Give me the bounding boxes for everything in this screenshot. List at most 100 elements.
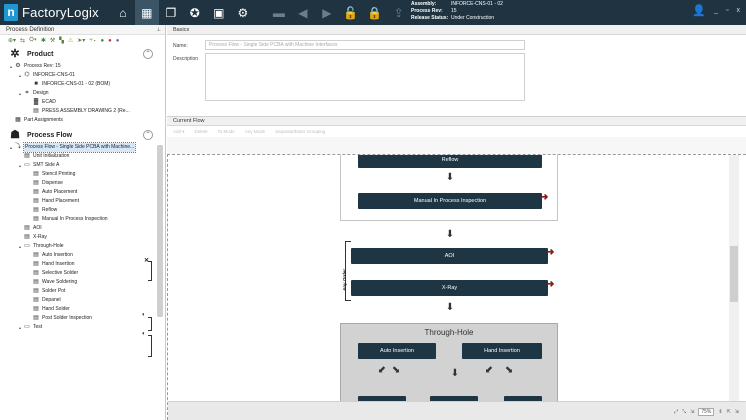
tree-item[interactable]: ▤ AOI — [0, 224, 165, 233]
forward-icon[interactable]: ▶ — [315, 0, 339, 25]
tree-item[interactable]: ▤ Unit Initialization — [0, 152, 165, 161]
compass-icon[interactable]: ✪ — [183, 0, 207, 25]
manual-inspection-step[interactable]: Manual In Process Inspection — [358, 193, 542, 209]
tree-item[interactable]: ▤ Solder Pot — [0, 287, 165, 296]
tree-item[interactable]: ▓ ECAD — [0, 98, 165, 107]
step-icon[interactable]: ▚ — [59, 37, 64, 44]
tree-item[interactable]: ▤ Hand Placement — [0, 197, 165, 206]
app-window: n FactoryLogix ⌂ ▦ ❐ ✪ ▣ ⚙ ▬ ◀ ▶ 🔓 🔒 ⇪ A… — [0, 0, 746, 420]
tree-item[interactable]: ▤ Reflow — [0, 206, 165, 215]
name-field[interactable]: Process Flow - Single Side PCBA with Mac… — [205, 40, 525, 50]
tree-item[interactable]: ▴ ▭ SMT Side A — [0, 161, 165, 170]
fit-width-icon[interactable]: ⤢ — [674, 409, 678, 415]
down-arrow-2: ⬇ — [445, 229, 455, 240]
panel-header: Process Definition ⊥ — [0, 25, 165, 35]
fit-all-icon[interactable]: ⇲ — [690, 409, 694, 415]
aoi-step[interactable]: AOI — [351, 248, 548, 264]
reflow-step[interactable]: Reflow — [358, 155, 542, 168]
tree-item[interactable]: ▤ Hand Solder — [0, 305, 165, 314]
tree-item[interactable]: ▤ Post Solder Inspection — [0, 314, 165, 323]
star-icon[interactable]: ✱ — [41, 37, 46, 44]
to-mode-button[interactable]: To Mode — [218, 129, 235, 134]
minimize-button[interactable]: _ — [714, 7, 718, 14]
tree-item[interactable]: ▴ ⌗ Design — [0, 89, 165, 98]
xray-step[interactable]: X-Ray — [351, 280, 548, 296]
tree-item[interactable]: ▤ X-Ray — [0, 233, 165, 242]
tree-item[interactable]: ▤ Wave Soldering — [0, 278, 165, 287]
release-icon[interactable]: ⇪ — [387, 0, 411, 25]
tool-icon[interactable]: ⚒ — [50, 37, 55, 44]
restore-button[interactable]: ▫ — [726, 7, 728, 14]
warning-icon[interactable]: ⚠ — [68, 37, 73, 44]
process-rev-value: 15 — [451, 8, 457, 14]
process-flow-section-header[interactable]: ☗ Process Flow ⌃ — [0, 127, 165, 143]
tree-item[interactable]: ▤ Selective Solder — [0, 269, 165, 278]
user-icon[interactable]: 👤 — [692, 4, 706, 17]
tree-item[interactable]: ▴ ▭ Test — [0, 323, 165, 332]
tree-node-icon: ▤ — [24, 225, 30, 231]
zoom-input[interactable]: 75% — [698, 407, 715, 416]
tree-item[interactable]: ▤ Depanel — [0, 296, 165, 305]
add-step-button[interactable]: Add ▾ — [173, 129, 185, 135]
grouping-button[interactable]: Separate/Enter Grouping — [275, 129, 325, 134]
delete-button[interactable]: Delete — [195, 129, 208, 134]
tree-item[interactable]: ▤ Stencil Printing — [0, 170, 165, 179]
tree-item[interactable]: ▤ Manual In Process Inspection — [0, 215, 165, 224]
auto-insertion-step[interactable]: Auto Insertion — [358, 343, 436, 359]
through-hole-group: Through-Hole — [340, 323, 558, 407]
tree-item[interactable]: ▴ ⌬ INFORCE-CNS-01 — [0, 71, 165, 80]
tree-node-icon: ▭ — [24, 162, 30, 168]
hand-insertion-step[interactable]: Hand Insertion — [462, 343, 542, 359]
zoom-out-icon[interactable]: ⇱ — [727, 409, 731, 415]
exit-arrow-1: ➜ — [540, 192, 549, 203]
tree-node-icon: ▤ — [33, 252, 39, 258]
tree-item[interactable]: ▦ Part Assignments — [0, 116, 165, 125]
lock-dim-icon[interactable]: 🔒 — [363, 0, 387, 25]
tree-item[interactable]: ■ INFORCE-CNS-01 - 02 (BOM) — [0, 80, 165, 89]
tree-scrollbar[interactable] — [157, 145, 163, 317]
tree-item[interactable]: ▤ Dispense — [0, 179, 165, 188]
approve-icon[interactable]: ● — [101, 38, 105, 44]
fit-height-icon[interactable]: ⤡ — [682, 409, 686, 415]
tree-item[interactable]: ▤ Hand Insertion — [0, 260, 165, 269]
route-icon[interactable]: ➤▾ — [77, 37, 85, 44]
flow-canvas[interactable]: Reflow ⬇ Manual In Process Inspection ➜ … — [167, 154, 746, 420]
tree-item[interactable]: ▴ ⤵ Process Flow - Single Side PCBA with M… — [0, 142, 165, 153]
zoom-stepper-icon[interactable]: ⇕ — [718, 409, 722, 415]
canvas-scroll-thumb[interactable] — [730, 246, 738, 302]
any-mode-button[interactable]: Any Mode — [245, 129, 265, 134]
process-flow-icon[interactable]: ▦ — [134, 0, 159, 25]
product-icon: ✲ — [10, 48, 20, 60]
tree-item[interactable]: ▴ ▭ Through-Hole — [0, 242, 165, 251]
tree-item[interactable]: ▴ ⚙ Process Rev: 15 — [0, 62, 165, 71]
gear-icon[interactable]: ⚙ — [231, 0, 255, 25]
tree-item[interactable]: ▤ Auto Insertion — [0, 251, 165, 260]
description-field[interactable] — [205, 53, 525, 101]
remove-icon[interactable]: ● — [108, 38, 112, 44]
tree-item[interactable]: ▤ PRESS ASSEMBLY DRAWING 2 (Re... — [0, 107, 165, 116]
collapse-flow-icon[interactable]: ⌃ — [143, 130, 153, 140]
home-icon[interactable]: ⌂ — [111, 0, 135, 25]
reports-icon[interactable]: ▣ — [207, 0, 231, 25]
product-section-header[interactable]: ✲ Product ⌃ — [0, 46, 165, 62]
link-icon[interactable]: ⇆ — [20, 37, 25, 44]
zoom-in-icon[interactable]: ⇲ — [735, 409, 739, 415]
pin-icon[interactable]: ⊥ — [157, 27, 161, 33]
document-icon[interactable]: ❐ — [159, 0, 183, 25]
collapse-product-icon[interactable]: ⌃ — [143, 49, 153, 59]
tree-node-icon: ▤ — [33, 288, 39, 294]
process-flow-icon: ☗ — [10, 129, 20, 141]
branch-icon[interactable]: ⑂▾ — [89, 38, 96, 44]
close-button[interactable]: x — [737, 7, 741, 14]
exit-arrow-aoi: ➜ — [546, 247, 555, 258]
tree-item-label: Process Flow - Single Side PCBA with Mac… — [22, 142, 137, 153]
basics-header: Basics — [167, 25, 746, 35]
add-icon[interactable]: ⊕▾ — [8, 37, 16, 44]
tree-item[interactable]: ▤ Auto Placement — [0, 188, 165, 197]
back-icon[interactable]: ◀ — [291, 0, 315, 25]
machine-icon[interactable]: ⛭▾ — [29, 37, 37, 44]
info-icon[interactable]: ● — [116, 38, 120, 44]
tree-toolbar: ⊕▾ ⇆ ⛭▾ ✱ ⚒ ▚ ⚠ ➤▾ ⑂▾ ● ● ● — [0, 35, 165, 46]
save-icon[interactable]: ▬ — [267, 0, 291, 25]
lock-icon[interactable]: 🔓 — [339, 0, 363, 25]
